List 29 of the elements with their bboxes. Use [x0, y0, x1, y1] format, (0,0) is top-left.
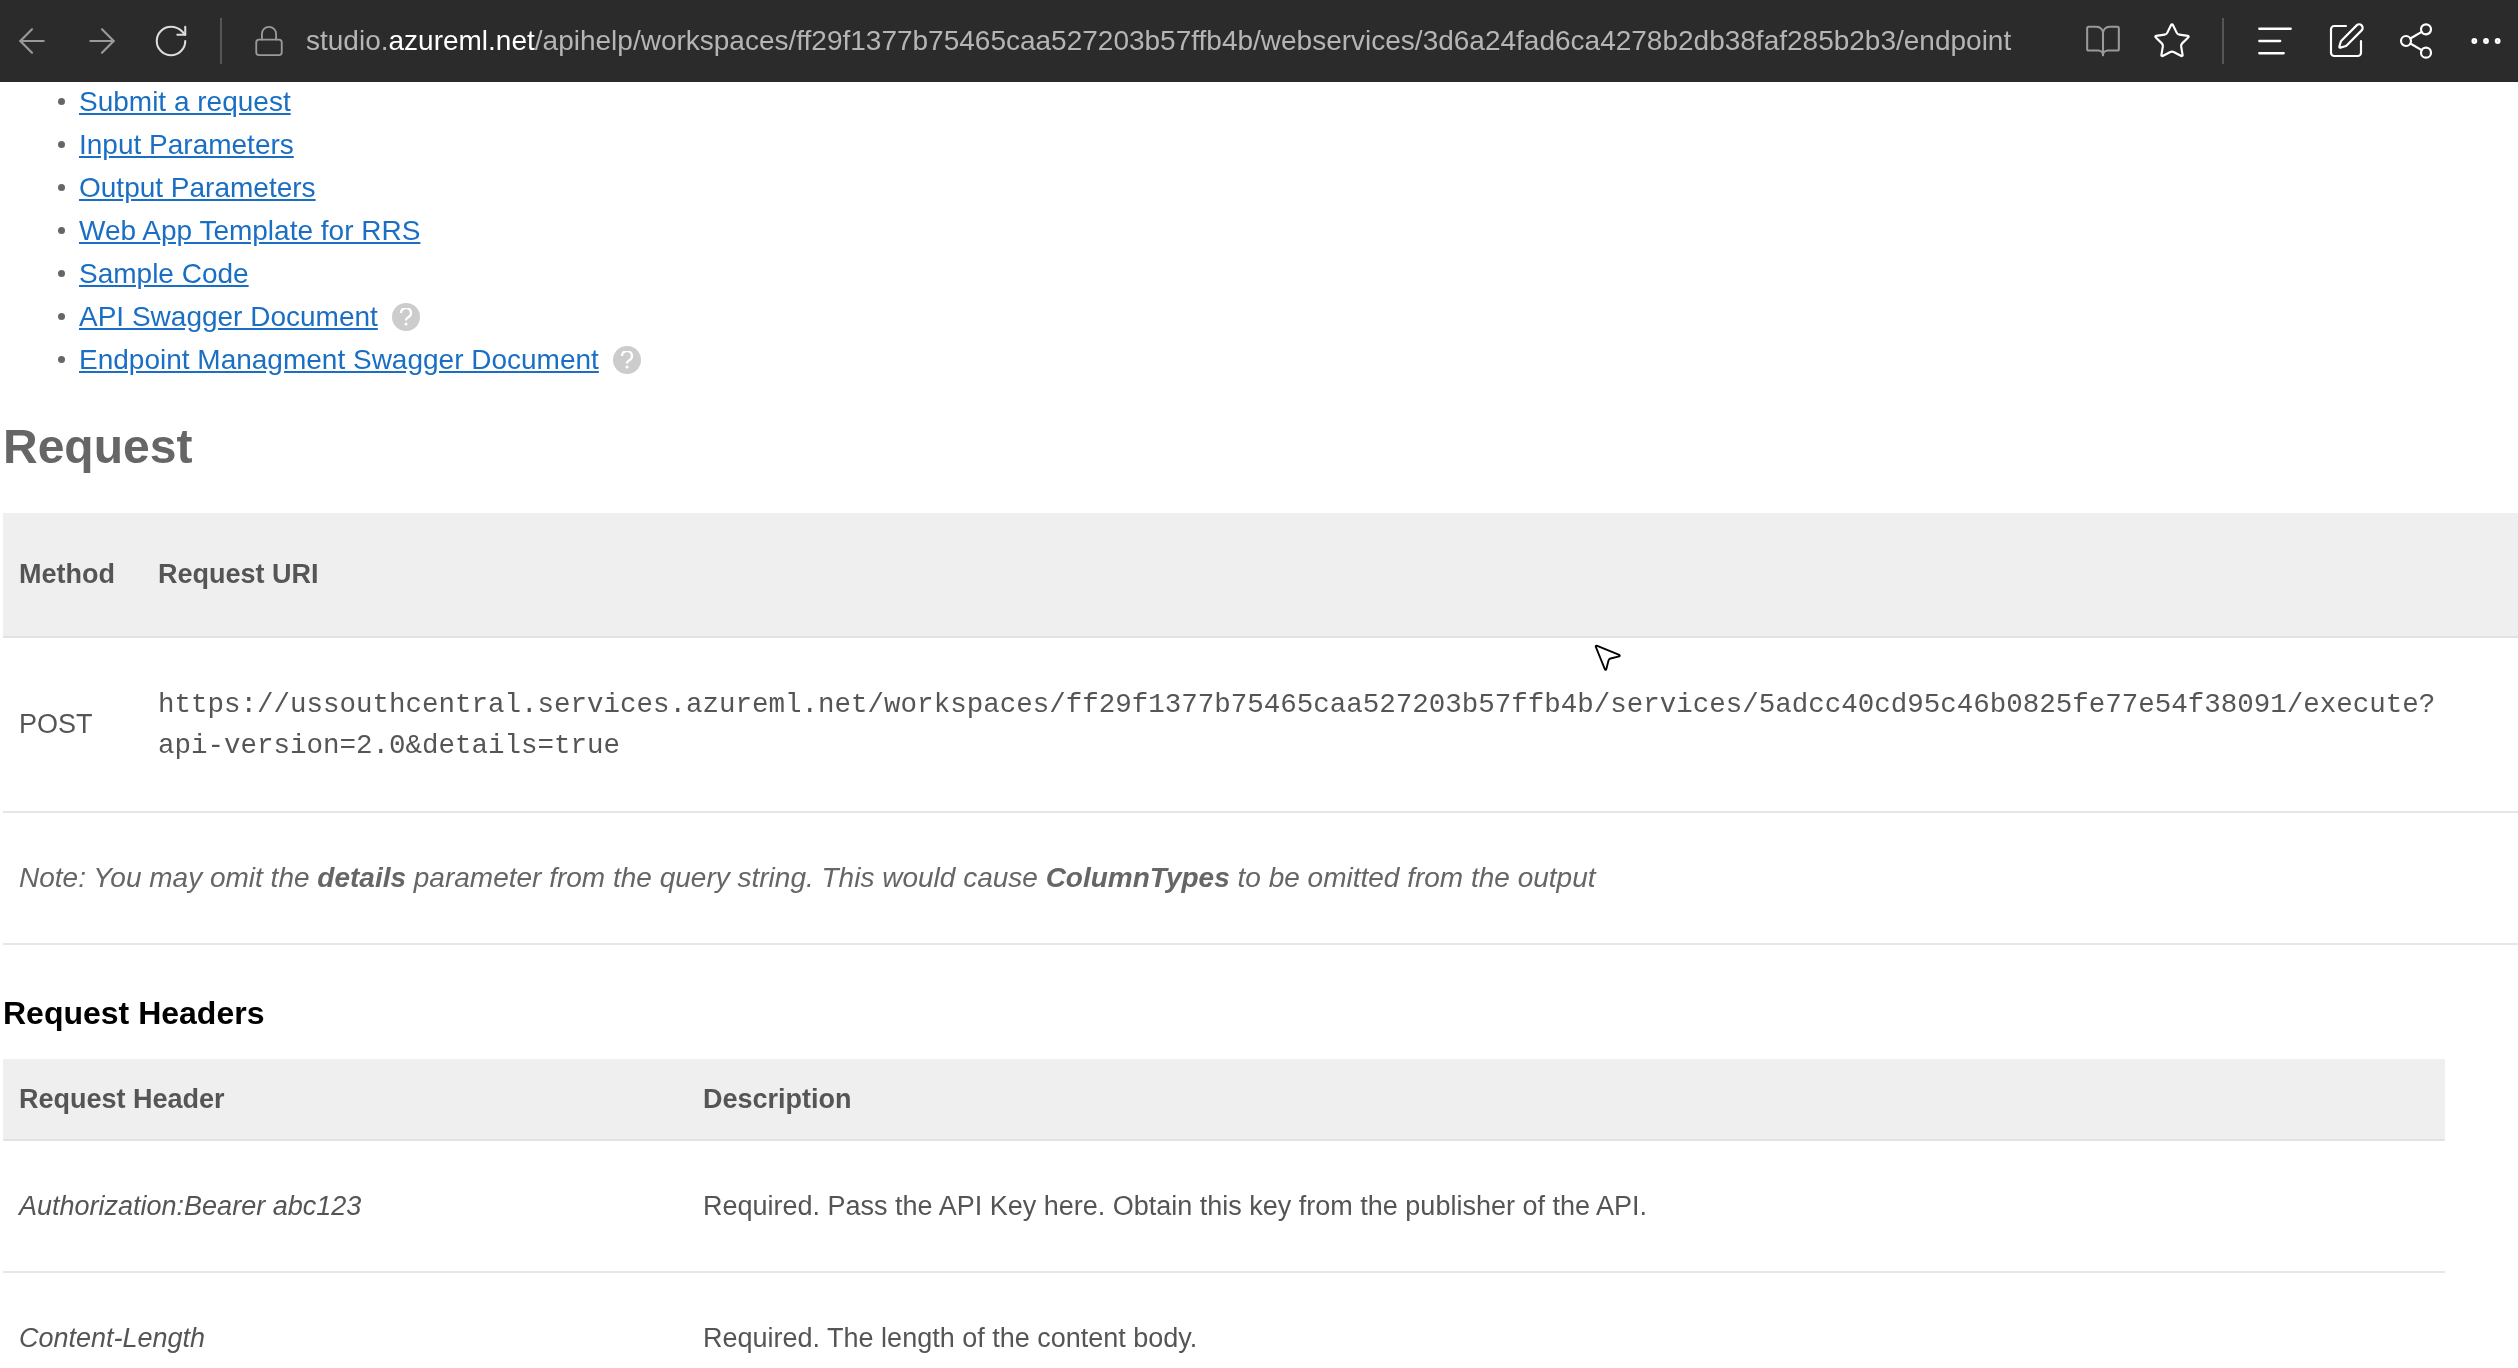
table-cell-text: Required. Pass the API Key here. Obtain this key from the publisher of the API.: [703, 1189, 1647, 1223]
link[interactable]: Output Parameters: [79, 166, 316, 209]
bullet-icon: [58, 356, 65, 363]
address-field[interactable]: studio.azureml.net/apihelp/workspaces/ff29f1377b75465caa527203b57ffb4b/webservices/3d6a24fad6ca4278b2db38faf285b2b3/endpoint: [306, 20, 2012, 62]
bullet-icon: [58, 270, 65, 277]
link[interactable]: Input Parameters: [79, 123, 294, 166]
bullet-icon: [58, 141, 65, 148]
bullet-icon: [58, 184, 65, 191]
lock-icon: [252, 24, 286, 58]
bullet-icon: [58, 227, 65, 234]
bullet-icon: [58, 98, 65, 105]
section-heading: Request: [3, 423, 194, 471]
column-header: Description: [703, 1082, 852, 1116]
column-header: Method: [18, 558, 116, 592]
column-header: Request Header: [18, 1082, 226, 1116]
column-header: Request URI: [158, 558, 319, 592]
link[interactable]: Web App Template for RRS: [79, 209, 421, 252]
table-cell-text: POST: [18, 708, 94, 742]
table-cell-text: Required. The length of the content body.: [703, 1321, 1198, 1355]
note-text: Note: You may omit the details parameter from the query string. This would cause ColumnTypes to be omitted from the output: [19, 861, 1596, 895]
section-heading: Request Headers: [3, 997, 266, 1029]
bullet-icon: [58, 313, 65, 320]
table-cell-text: Content-Length: [18, 1321, 207, 1355]
link[interactable]: Submit a request: [79, 80, 291, 123]
table-cell-text: https://ussouthcentral.services.azureml.net/workspaces/ff29f1377b75465caa527203b57ffb4b/services/5adcc40cd95c46b0825fe77e54f38091/execute?api-version=2.0&details=true: [158, 687, 2436, 763]
link[interactable]: Sample Code: [79, 252, 249, 295]
link[interactable]: Endpoint Managment Swagger Document: [79, 338, 599, 381]
table-cell-text: Authorization:Bearer abc123: [17, 1189, 363, 1223]
link[interactable]: API Swagger Document: [79, 295, 378, 338]
